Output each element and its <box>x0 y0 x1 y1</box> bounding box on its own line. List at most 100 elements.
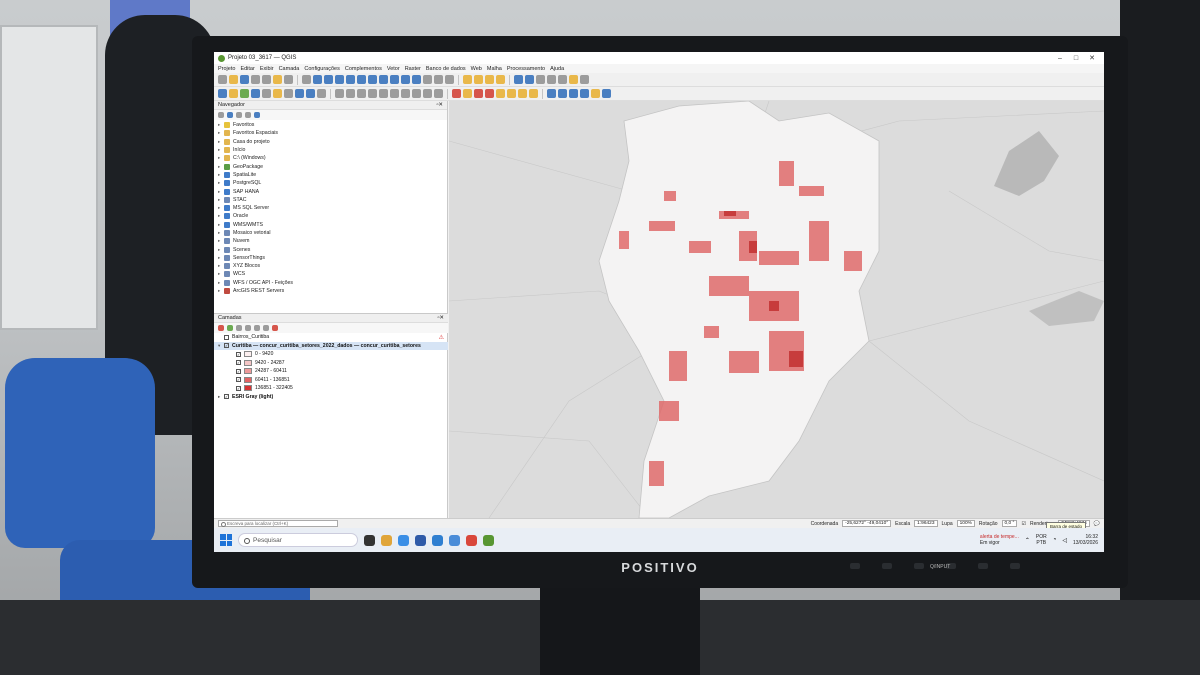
browser-search-icon[interactable] <box>547 89 556 98</box>
vertex-tool-icon[interactable] <box>368 89 377 98</box>
map-svg[interactable] <box>449 101 1104 518</box>
save-project-icon[interactable] <box>240 75 249 84</box>
monitor-button[interactable] <box>1010 563 1020 569</box>
menu-item[interactable]: Editar <box>240 66 254 72</box>
legend-item[interactable]: ✓ 9420 - 24287 <box>214 359 448 368</box>
file-explorer-icon[interactable] <box>381 534 392 546</box>
zoom-full-icon[interactable] <box>357 75 366 84</box>
browser-item[interactable]: ▸ WMS/WMTS <box>218 221 443 229</box>
filter-icon[interactable] <box>236 112 242 118</box>
browser-item[interactable]: ▸ MS SQL Server <box>218 204 443 212</box>
weather-alert[interactable]: alerta de tempe... Em vigor <box>980 534 1019 546</box>
close-icon[interactable]: ✕ <box>1084 54 1100 62</box>
layer-visibility-checkbox[interactable] <box>224 334 229 340</box>
map-canvas[interactable] <box>449 101 1104 518</box>
data-source-manager-icon[interactable] <box>218 89 227 98</box>
attribute-table-icon[interactable] <box>547 75 556 84</box>
warning-icon[interactable]: ⚠ <box>439 334 444 341</box>
browser-item[interactable]: ▸ C:\ (Windows) <box>218 154 443 162</box>
select-by-value-icon[interactable] <box>485 75 494 84</box>
menu-item[interactable]: Configurações <box>304 66 339 72</box>
maximize-icon[interactable]: □ <box>1068 55 1084 62</box>
python-console-icon[interactable] <box>591 89 600 98</box>
expand-all-icon[interactable] <box>254 325 260 331</box>
browser-item[interactable]: ▸ GeoPackage <box>218 162 443 170</box>
identify-icon[interactable] <box>463 75 472 84</box>
add-wfs-icon[interactable] <box>317 89 326 98</box>
browser-item[interactable]: ▸ STAC <box>218 196 443 204</box>
browser-item[interactable]: ▸ Oracle <box>218 212 443 220</box>
properties-icon[interactable] <box>254 112 260 118</box>
add-delimited-text-icon[interactable] <box>273 89 282 98</box>
add-wms-icon[interactable] <box>306 89 315 98</box>
layer-visibility-checkbox[interactable]: ✓ <box>224 343 229 349</box>
help-icon[interactable] <box>602 89 611 98</box>
monitor-button[interactable] <box>914 563 924 569</box>
add-vector-layer-icon[interactable] <box>240 89 249 98</box>
menu-item[interactable]: Complementos <box>345 66 382 72</box>
volume-icon[interactable]: ◁ <box>1062 537 1067 544</box>
gps-icon[interactable] <box>569 89 578 98</box>
browser-item[interactable]: ▸ WFS / OGC API - Feições <box>218 279 443 287</box>
new-geopackage-layer-icon[interactable] <box>229 89 238 98</box>
render-checkbox[interactable]: ☑ <box>1021 521 1025 527</box>
legend-item[interactable]: ✓ 0 - 9420 <box>214 350 448 359</box>
magnifier-field[interactable]: 100% <box>956 520 975 527</box>
browser-item[interactable]: ▸ SAP HANA <box>218 187 443 195</box>
chrome-icon[interactable] <box>466 534 477 546</box>
redo-icon[interactable] <box>434 89 443 98</box>
legend-checkbox[interactable]: ✓ <box>236 351 241 357</box>
panel-close-icon[interactable]: ✕ <box>438 102 443 108</box>
collapse-all-icon[interactable] <box>245 112 251 118</box>
layer-style-icon[interactable] <box>218 325 224 331</box>
browser-item[interactable]: ▸ ArcGIS REST Servers <box>218 287 443 295</box>
legend-item[interactable]: ✓ 136851 - 322405 <box>214 384 448 393</box>
refresh-icon[interactable] <box>445 75 454 84</box>
menu-item[interactable]: Ajuda <box>550 66 564 72</box>
save-as-icon[interactable] <box>251 75 260 84</box>
label-show-icon[interactable] <box>529 89 538 98</box>
zoom-selection-icon[interactable] <box>368 75 377 84</box>
temporal-controller-icon[interactable] <box>434 75 443 84</box>
diagram-icon[interactable] <box>518 89 527 98</box>
label-rotate-icon[interactable] <box>496 89 505 98</box>
zoom-last-icon[interactable] <box>401 75 410 84</box>
vscode-icon[interactable] <box>432 534 443 546</box>
monitor-button[interactable] <box>978 563 988 569</box>
store-icon[interactable] <box>415 534 426 546</box>
zoom-rubberband-icon[interactable] <box>346 75 355 84</box>
browser-item[interactable]: ▸ Início <box>218 146 443 154</box>
remove-layer-icon[interactable] <box>272 325 278 331</box>
taskbar-search-input[interactable]: Pesquisar <box>238 533 358 547</box>
pan-icon[interactable] <box>302 75 311 84</box>
add-raster-layer-icon[interactable] <box>251 89 260 98</box>
delete-selected-icon[interactable] <box>379 89 388 98</box>
add-group-icon[interactable] <box>227 325 233 331</box>
refresh-icon[interactable] <box>227 112 233 118</box>
action-icon[interactable] <box>525 75 534 84</box>
map-tips-icon[interactable] <box>569 75 578 84</box>
qgis-taskbar-icon[interactable] <box>483 534 494 546</box>
minimize-icon[interactable]: – <box>1052 55 1068 62</box>
paste-features-icon[interactable] <box>412 89 421 98</box>
browser-item[interactable]: ▸ Mosaico vetorial <box>218 229 443 237</box>
menu-item[interactable]: Web <box>471 66 482 72</box>
panel-close-icon[interactable]: ✕ <box>439 315 444 321</box>
statistics-icon[interactable] <box>536 75 545 84</box>
zoom-next-icon[interactable] <box>412 75 421 84</box>
browser-item[interactable]: ▸ Favoritos <box>218 121 443 129</box>
zoom-in-icon[interactable] <box>324 75 333 84</box>
new-map-view-icon[interactable] <box>423 75 432 84</box>
menu-item[interactable]: Camada <box>279 66 300 72</box>
rotation-field[interactable]: 0,0 ° <box>1001 520 1018 527</box>
task-view-icon[interactable] <box>364 534 375 546</box>
zoom-native-icon[interactable] <box>390 75 399 84</box>
label-move-icon[interactable] <box>485 89 494 98</box>
legend-checkbox[interactable]: ✓ <box>236 360 241 366</box>
locate-icon[interactable] <box>558 89 567 98</box>
browser-item[interactable]: ▸ PostgreSQL <box>218 179 443 187</box>
menu-item[interactable]: Malha <box>487 66 502 72</box>
monitor-button[interactable] <box>850 563 860 569</box>
save-edits-icon[interactable] <box>346 89 355 98</box>
windows-start-icon[interactable] <box>220 534 232 546</box>
